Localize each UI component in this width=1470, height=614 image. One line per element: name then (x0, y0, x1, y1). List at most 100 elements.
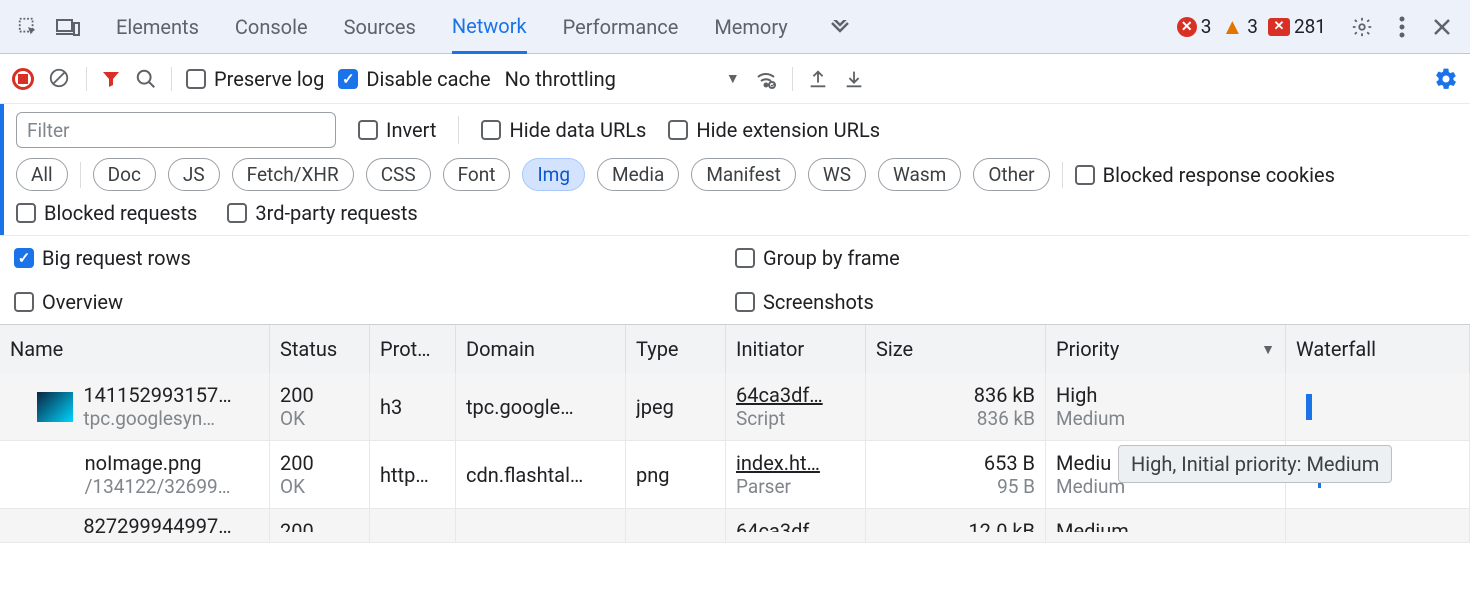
preserve-log-label: Preserve log (214, 67, 324, 91)
devtools-tab-bar: Elements Console Sources Network Perform… (0, 0, 1470, 54)
checkbox-icon (14, 292, 34, 312)
kebab-icon[interactable] (1386, 11, 1418, 43)
invert-checkbox[interactable]: Invert (358, 118, 436, 142)
warning-number: 3 (1247, 15, 1258, 38)
tab-console[interactable]: Console (235, 0, 308, 53)
clear-icon[interactable] (48, 67, 72, 91)
big-rows-checkbox[interactable]: Big request rows (14, 246, 191, 270)
col-priority[interactable]: Priority▼ (1046, 325, 1286, 373)
pill-doc[interactable]: Doc (93, 158, 156, 191)
pill-js[interactable]: JS (168, 158, 220, 191)
checkbox-icon (16, 203, 36, 223)
display-options: Big request rows Group by frame Overview… (0, 235, 1470, 324)
checkbox-icon (14, 248, 34, 268)
pill-css[interactable]: CSS (366, 158, 431, 191)
hide-ext-urls-checkbox[interactable]: Hide extension URLs (668, 118, 880, 142)
pill-ws[interactable]: WS (808, 158, 866, 191)
pill-manifest[interactable]: Manifest (691, 158, 796, 191)
group-frame-checkbox[interactable]: Group by frame (735, 246, 900, 270)
device-toggle-icon[interactable] (52, 11, 84, 43)
pill-other[interactable]: Other (973, 158, 1049, 191)
funnel-icon[interactable] (101, 69, 121, 89)
requests-table: Name Status Prot… Domain Type Initiator … (0, 324, 1470, 543)
pill-all[interactable]: All (16, 158, 68, 191)
type-filter-pills: All Doc JS Fetch/XHR CSS Font Img Media … (16, 158, 1458, 191)
pill-img[interactable]: Img (522, 158, 585, 191)
search-icon[interactable] (135, 68, 157, 90)
throttling-select[interactable]: No throttling ▼ (505, 67, 740, 91)
table-row[interactable]: 827299944997… 200 64ca3df… 12.0 kB Mediu… (0, 509, 1470, 543)
throttling-value: No throttling (505, 67, 616, 91)
group-frame-label: Group by frame (763, 246, 900, 270)
pill-fetch-xhr[interactable]: Fetch/XHR (232, 158, 354, 191)
chevron-down-icon: ▼ (726, 70, 740, 87)
pill-media[interactable]: Media (597, 158, 679, 191)
error-count[interactable]: ✕ 3 (1177, 15, 1212, 38)
network-settings-icon[interactable] (1434, 67, 1458, 91)
pill-wasm[interactable]: Wasm (878, 158, 961, 191)
table-row[interactable]: 141152993157… tpc.googlesyn… 200OK h3 tp… (0, 373, 1470, 441)
pill-font[interactable]: Font (443, 158, 511, 191)
close-icon[interactable] (1426, 11, 1458, 43)
upload-icon[interactable] (807, 68, 829, 90)
filter-input[interactable] (16, 112, 336, 148)
checkbox-icon (1075, 165, 1095, 185)
checkbox-icon (358, 120, 378, 140)
tab-sources[interactable]: Sources (344, 0, 416, 53)
checkbox-icon (735, 292, 755, 312)
initiator-link[interactable]: index.ht… (736, 451, 855, 475)
screenshots-label: Screenshots (763, 290, 874, 314)
checkbox-icon (735, 248, 755, 268)
col-domain[interactable]: Domain (456, 325, 626, 373)
request-path: /134122/32699… (85, 475, 231, 498)
blocked-cookies-checkbox[interactable]: Blocked response cookies (1075, 163, 1335, 187)
col-type[interactable]: Type (626, 325, 726, 373)
hide-data-label: Hide data URLs (509, 118, 646, 142)
tab-performance[interactable]: Performance (563, 0, 679, 53)
error-icon: ✕ (1177, 17, 1197, 37)
issues-number: 281 (1294, 15, 1326, 38)
thumbnail-icon (37, 392, 73, 422)
col-protocol[interactable]: Prot… (370, 325, 456, 373)
col-initiator[interactable]: Initiator (726, 325, 866, 373)
issues-count[interactable]: ✕ 281 (1268, 15, 1326, 38)
checkbox-icon (668, 120, 688, 140)
invert-label: Invert (386, 118, 436, 142)
checkbox-icon (338, 69, 358, 89)
panel-tabs: Elements Console Sources Network Perform… (116, 0, 1169, 53)
col-name[interactable]: Name (0, 325, 270, 373)
initiator-link[interactable]: 64ca3df… (736, 383, 855, 407)
tab-memory[interactable]: Memory (714, 0, 787, 53)
blocked-cookies-label: Blocked response cookies (1103, 163, 1335, 187)
third-party-checkbox[interactable]: 3rd-party requests (227, 201, 417, 225)
issues-icon: ✕ (1268, 18, 1290, 36)
col-size[interactable]: Size (866, 325, 1046, 373)
more-tabs-icon[interactable] (824, 11, 856, 43)
download-icon[interactable] (843, 68, 865, 90)
warning-count[interactable]: ▲ 3 (1221, 14, 1257, 40)
overview-checkbox[interactable]: Overview (14, 290, 123, 314)
status-counters[interactable]: ✕ 3 ▲ 3 ✕ 281 (1177, 14, 1326, 40)
gear-icon[interactable] (1346, 11, 1378, 43)
blocked-requests-checkbox[interactable]: Blocked requests (16, 201, 197, 225)
table-row[interactable]: noImage.png /134122/32699… 200OK http… c… (0, 441, 1470, 509)
disable-cache-checkbox[interactable]: Disable cache (338, 67, 490, 91)
warning-icon: ▲ (1221, 14, 1243, 40)
col-waterfall[interactable]: Waterfall (1286, 325, 1470, 373)
hide-data-urls-checkbox[interactable]: Hide data URLs (481, 118, 646, 142)
filter-bar: Invert Hide data URLs Hide extension URL… (0, 104, 1470, 235)
checkbox-icon (481, 120, 501, 140)
network-toolbar: Preserve log Disable cache No throttling… (0, 54, 1470, 104)
col-status[interactable]: Status (270, 325, 370, 373)
checkbox-icon (227, 203, 247, 223)
preserve-log-checkbox[interactable]: Preserve log (186, 67, 324, 91)
inspect-icon[interactable] (12, 11, 44, 43)
hide-ext-label: Hide extension URLs (696, 118, 880, 142)
request-path: tpc.googlesyn… (83, 407, 231, 430)
tab-elements[interactable]: Elements (116, 0, 199, 53)
third-party-label: 3rd-party requests (255, 201, 417, 225)
tab-network[interactable]: Network (452, 1, 527, 54)
network-conditions-icon[interactable] (754, 68, 778, 90)
record-button[interactable] (12, 68, 34, 90)
screenshots-checkbox[interactable]: Screenshots (735, 290, 874, 314)
